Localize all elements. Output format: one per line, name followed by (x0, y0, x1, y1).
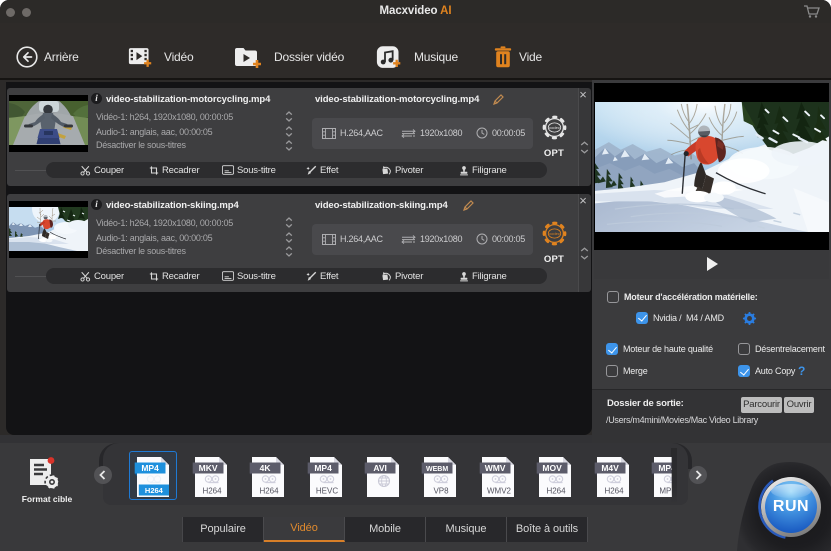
svg-text:M4V: M4V (601, 463, 619, 473)
svg-text:4K: 4K (260, 463, 272, 473)
svg-text:H264: H264 (202, 486, 222, 495)
svg-text:H264: H264 (547, 486, 567, 495)
svg-text:VP8: VP8 (434, 486, 450, 495)
svg-text:codec: codec (549, 231, 560, 236)
svg-text:MKV: MKV (198, 463, 217, 473)
svg-text:MOV: MOV (543, 463, 563, 473)
svg-text:MP4: MP4 (142, 463, 160, 473)
svg-text:MP4: MP4 (314, 463, 332, 473)
svg-text:H264: H264 (260, 486, 280, 495)
svg-text:HEVC: HEVC (315, 486, 337, 495)
svg-text:H264: H264 (604, 486, 624, 495)
svg-text:WMV2: WMV2 (487, 486, 512, 495)
svg-text:AVI: AVI (373, 463, 387, 473)
svg-text:codec: codec (549, 125, 560, 130)
svg-text:H264: H264 (145, 486, 164, 495)
svg-text:WMV: WMV (485, 463, 506, 473)
svg-text:WEBM: WEBM (426, 466, 448, 473)
